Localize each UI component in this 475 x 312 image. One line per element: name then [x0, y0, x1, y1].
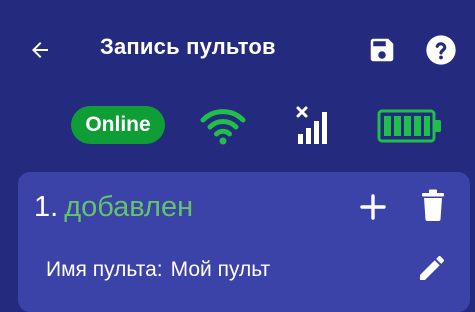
trash-icon: [422, 189, 444, 222]
cellular-signal-no-connection-icon: [296, 106, 327, 144]
back-button[interactable]: [28, 38, 52, 62]
delete-button[interactable]: [419, 188, 447, 222]
help-button[interactable]: [425, 34, 457, 66]
online-status-badge: Online: [71, 106, 165, 144]
arrow-left-icon: [32, 42, 48, 58]
remote-name-label: Имя пульта:: [46, 258, 163, 281]
page-title: Запись пультов: [100, 34, 276, 59]
status-row: Online: [0, 100, 475, 156]
wifi-icon: [200, 109, 246, 145]
remote-state: добавлен: [64, 191, 194, 223]
help-circle-icon: [426, 35, 456, 65]
top-app-bar: Запись пультов: [0, 0, 475, 96]
save-button[interactable]: [367, 35, 397, 65]
remote-title: 1. добавлен: [34, 190, 193, 224]
edit-name-button[interactable]: [416, 252, 448, 284]
remote-index: 1.: [34, 191, 59, 223]
floppy-disk-icon: [370, 38, 394, 62]
remote-name-value: Мой пульт: [170, 258, 271, 281]
remote-name-row: Имя пульта: Мой пульт: [46, 258, 270, 282]
remote-card[interactable]: 1. добавлен Имя пульта: Мой пульт: [18, 172, 470, 312]
battery-full-icon: [377, 109, 441, 143]
pencil-icon: [420, 255, 444, 280]
app-root: Запись пультов Online 1. добавлен Имя пу…: [0, 0, 475, 312]
plus-icon: [360, 194, 386, 220]
add-button[interactable]: [358, 192, 388, 222]
